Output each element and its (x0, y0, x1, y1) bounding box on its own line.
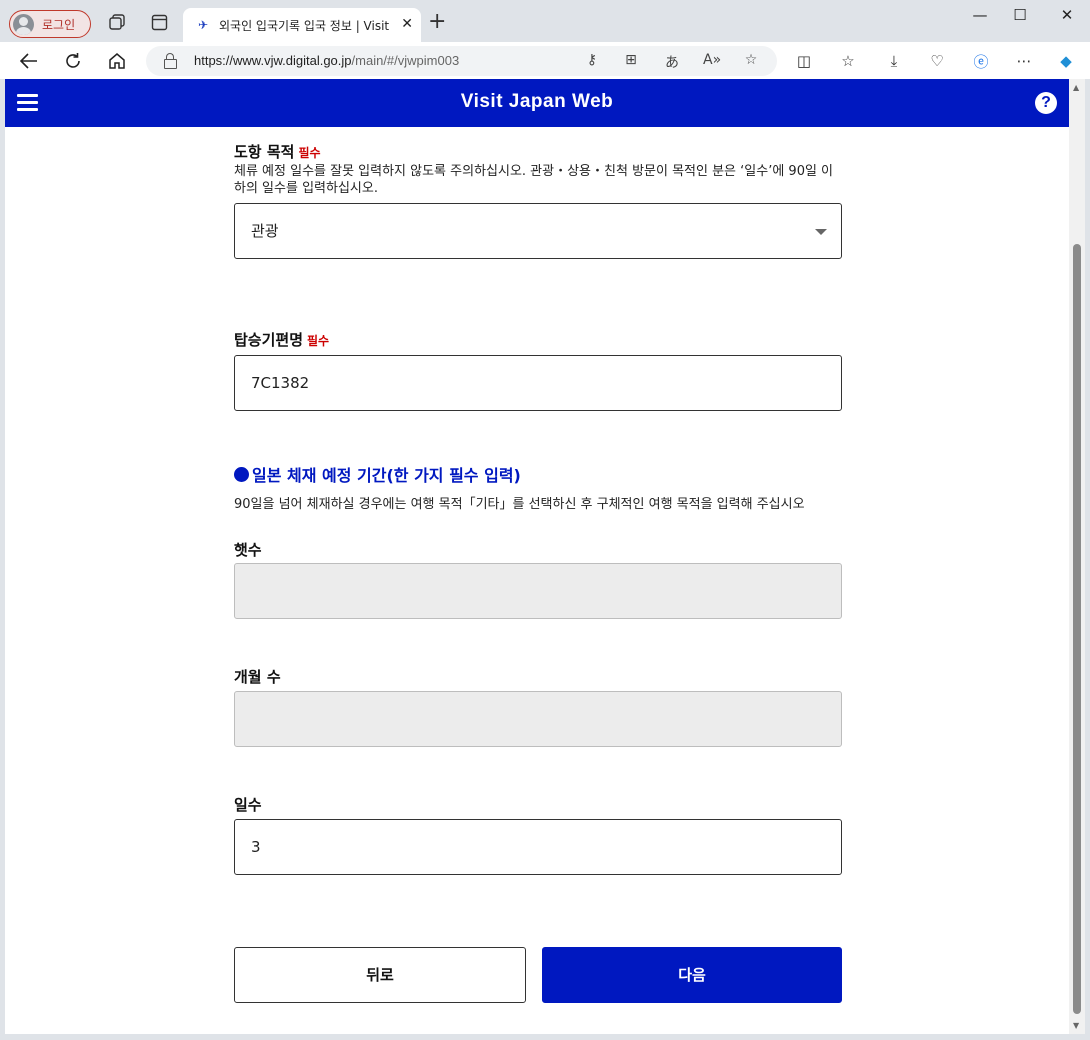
scroll-down-icon[interactable]: ▼ (1073, 1021, 1079, 1030)
page-viewport: Visit Japan Web ? 도항 목적 필수 체류 예정 일수를 잘못 입… (5, 79, 1069, 1034)
airplane-icon: ✈ (197, 18, 209, 32)
lock-icon[interactable] (164, 53, 177, 69)
days-value: 3 (251, 838, 261, 856)
browser-essentials-icon[interactable]: ♡ (927, 51, 947, 71)
chevron-down-icon (815, 229, 827, 235)
tab-title: 외국인 입국기록 입국 정보 | Visit (219, 18, 390, 33)
browser-tab-bar: 로그인 ✈ 외국인 입국기록 입국 정보 | Visit ✕ + — ☐ ✕ (0, 0, 1090, 42)
back-button[interactable]: 뒤로 (234, 947, 526, 1003)
back-arrow-icon[interactable] (18, 50, 40, 72)
more-menu-icon[interactable]: ⋯ (1014, 51, 1034, 71)
help-icon[interactable]: ? (1035, 92, 1057, 114)
favorites-icon[interactable]: ☆ (838, 51, 858, 71)
page-scrollbar[interactable]: ▲ ▼ (1069, 79, 1085, 1034)
refresh-icon[interactable] (62, 50, 84, 72)
flight-number-value: 7C1382 (251, 374, 310, 392)
app-available-icon[interactable]: ⊞ (622, 52, 640, 68)
months-input[interactable] (234, 691, 842, 747)
new-tab-icon[interactable]: + (428, 11, 446, 33)
read-aloud-icon[interactable]: A» (703, 52, 721, 68)
scrollbar-thumb[interactable] (1073, 244, 1081, 1014)
profile-button[interactable]: 로그인 (9, 10, 91, 38)
next-button[interactable]: 다음 (542, 947, 842, 1003)
app-title: Visit Japan Web (460, 91, 614, 112)
avatar-icon (13, 13, 34, 35)
flight-label: 탑승기편명 필수 (234, 331, 330, 349)
scroll-up-icon[interactable]: ▲ (1073, 83, 1079, 92)
translate-icon[interactable]: あ (663, 52, 681, 72)
window-close-icon[interactable]: ✕ (1052, 6, 1082, 24)
edge-collections-icon[interactable]: ⓔ (971, 51, 991, 71)
favorite-star-icon[interactable]: ☆ (742, 52, 760, 68)
address-bar[interactable]: https://www.vjw.digital.go.jp/main/#/vjw… (146, 46, 777, 76)
workspaces-icon[interactable] (108, 13, 126, 31)
purpose-select[interactable]: 관광 (234, 203, 842, 259)
days-input[interactable]: 3 (234, 819, 842, 875)
flight-number-input[interactable]: 7C1382 (234, 355, 842, 411)
split-screen-icon[interactable]: ◫ (794, 51, 814, 71)
years-input[interactable] (234, 563, 842, 619)
browser-toolbar: https://www.vjw.digital.go.jp/main/#/vjw… (0, 42, 1090, 79)
copilot-icon[interactable]: ◆ (1056, 51, 1076, 71)
app-header: Visit Japan Web ? (5, 79, 1069, 127)
home-icon[interactable] (106, 50, 128, 72)
key-icon[interactable]: ⚷ (583, 52, 601, 68)
purpose-note: 체류 예정 일수를 잘못 입력하지 않도록 주의하십시오. 관광・상용・친척 방… (234, 164, 834, 196)
stay-period-note: 90일을 넘어 체재하실 경우에는 여행 목적「기타」를 선택하신 후 구체적인… (234, 497, 805, 512)
close-tab-icon[interactable]: ✕ (401, 16, 413, 32)
required-mark: 필수 (307, 334, 330, 348)
stay-period-title: 일본 체재 예정 기간(한 가지 필수 입력) (234, 462, 521, 486)
maximize-icon[interactable]: ☐ (1005, 6, 1035, 24)
required-mark: 필수 (298, 146, 321, 160)
purpose-value: 관광 (251, 222, 279, 240)
months-label: 개월 수 (234, 668, 281, 686)
profile-label: 로그인 (42, 17, 76, 32)
tab-actions-icon[interactable] (150, 13, 168, 31)
days-label: 일수 (234, 796, 262, 814)
url-text: https://www.vjw.digital.go.jp/main/#/vjw… (194, 53, 460, 68)
bullet-dot-icon (234, 466, 249, 482)
minimize-icon[interactable]: — (965, 6, 995, 24)
years-label: 햇수 (234, 541, 262, 559)
active-tab[interactable]: ✈ 외국인 입국기록 입국 정보 | Visit ✕ (183, 8, 421, 42)
purpose-label: 도항 목적 필수 (234, 143, 321, 161)
downloads-icon[interactable]: ⤓ (884, 51, 904, 71)
